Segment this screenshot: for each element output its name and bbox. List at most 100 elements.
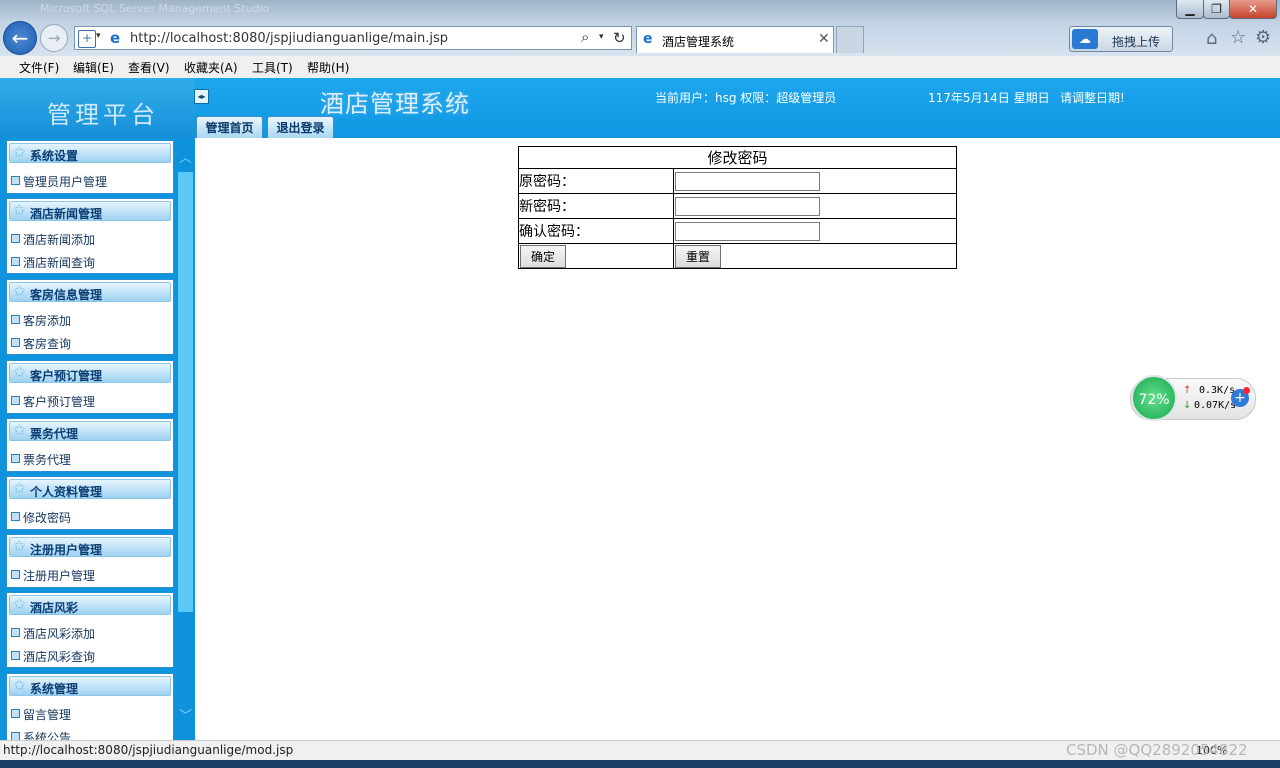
bullet-icon [11, 257, 20, 266]
section-header[interactable]: ✩ 系统设置 [9, 143, 171, 163]
sidebar-item-label: 管理员用户管理 [23, 175, 108, 189]
sidebar: ✩ 系统设置 管理员用户管理 ✩ 酒店新闻管理 酒店新闻添加 酒店新闻查询 ✩ 客房信… [0, 138, 195, 740]
confirm-password-input[interactable] [675, 221, 820, 241]
scroll-up-icon[interactable]: ︿ [176, 146, 195, 172]
sidebar-item-label: 酒店新闻查询 [23, 256, 96, 270]
sidebar-item-room-add[interactable]: 客房添加 [11, 312, 71, 329]
confirm-password-label: 确认密码： [518, 218, 674, 244]
bullet-icon [11, 454, 20, 463]
bullet-icon [11, 512, 20, 521]
sidebar-item-booking[interactable]: 客户预订管理 [11, 393, 95, 410]
bullet-icon [11, 651, 20, 660]
time-warning: 请调整日期! [1060, 91, 1125, 105]
section-title: 个人资料管理 [30, 485, 103, 499]
section-header[interactable]: ✩ 个人资料管理 [9, 479, 171, 499]
network-speed-widget[interactable]: 72% ↑ 0.3K/s ↓ 0.07K/s + [1130, 375, 1256, 421]
sidebar-item-room-query[interactable]: 客房查询 [11, 335, 71, 352]
close-window-button[interactable]: ✕ [1229, 0, 1277, 19]
old-password-label: 原密码： [518, 168, 674, 194]
gear-icon[interactable]: ⚙ [1255, 27, 1271, 48]
menu-favorites[interactable]: 收藏夹(A) [184, 59, 238, 76]
sidebar-section-booking: ✩ 客户预订管理 客户预订管理 [6, 360, 174, 414]
sidebar-section-system-management: ✩ 系统管理 留言管理 系统公告 [6, 673, 174, 740]
address-bar[interactable]: + ▾ e http://localhost:8080/jspjiudiangu… [74, 26, 632, 50]
menu-help[interactable]: 帮助(H) [307, 59, 349, 76]
download-speed: 0.07K/s [1194, 400, 1237, 411]
section-header[interactable]: ✩ 票务代理 [9, 421, 171, 441]
sidebar-item-news-add[interactable]: 酒店新闻添加 [11, 231, 95, 248]
search-icon[interactable]: ⌕ [581, 28, 589, 46]
section-header[interactable]: ✩ 客户预订管理 [9, 363, 171, 383]
sidebar-item-news-query[interactable]: 酒店新闻查询 [11, 254, 95, 271]
back-button[interactable]: ← [3, 21, 37, 55]
new-password-input[interactable] [675, 196, 820, 216]
submit-button[interactable]: 确定 [520, 244, 567, 268]
menu-view[interactable]: 查看(V) [128, 59, 170, 76]
section-header[interactable]: ✩ 客房信息管理 [9, 282, 171, 302]
section-header[interactable]: ✩ 系统管理 [9, 676, 171, 696]
cloud-icon: ☁ [1072, 29, 1098, 49]
sidebar-item-ticket[interactable]: 票务代理 [11, 451, 71, 468]
section-header[interactable]: ✩ 酒店风彩 [9, 595, 171, 615]
new-password-label: 新密码： [518, 193, 674, 219]
browser-titlebar: Microsoft SQL Server Management Studio ▁… [0, 0, 1280, 56]
section-header[interactable]: ✩ 酒店新闻管理 [9, 201, 171, 221]
section-title: 客房信息管理 [30, 288, 103, 302]
sidebar-section-profile: ✩ 个人资料管理 修改密码 [6, 476, 174, 530]
bullet-icon [11, 709, 20, 718]
section-title: 系统管理 [30, 682, 79, 696]
tab-logout[interactable]: 退出登录 [267, 116, 334, 138]
browser-tab[interactable]: e 酒店管理系统 ✕ [636, 26, 834, 53]
section-title: 系统设置 [30, 149, 79, 163]
sidebar-item-label: 客房查询 [23, 337, 72, 351]
minimize-button[interactable]: ▁ [1176, 0, 1204, 19]
upload-button[interactable]: ☁ 拖拽上传 [1069, 26, 1173, 52]
sidebar-item-label: 修改密码 [23, 511, 72, 525]
sidebar-item-announcements[interactable]: 系统公告 [11, 729, 71, 740]
sidebar-item-label: 客房添加 [23, 314, 72, 328]
sidebar-item-gallery-query[interactable]: 酒店风彩查询 [11, 648, 95, 665]
sidebar-item-label: 酒店风彩添加 [23, 627, 96, 641]
memory-gauge[interactable]: 72% [1131, 375, 1177, 421]
tab-admin-home[interactable]: 管理首页 [196, 116, 263, 138]
scrollbar-thumb[interactable] [178, 172, 193, 612]
star-icon: ✩ [13, 537, 26, 555]
ie-page-icon: e [643, 31, 653, 47]
address-url[interactable]: http://localhost:8080/jspjiudianguanlige… [130, 31, 448, 46]
sidebar-item-messages[interactable]: 留言管理 [11, 706, 71, 723]
chevron-down-icon[interactable]: ▾ [96, 31, 101, 41]
taskbar [0, 760, 1280, 768]
sidebar-scrollbar[interactable]: ︿ ﹀ [176, 138, 195, 740]
sidebar-item-admin-users[interactable]: 管理员用户管理 [11, 173, 107, 190]
menu-edit[interactable]: 编辑(E) [73, 59, 114, 76]
maximize-button[interactable]: ❐ [1203, 0, 1230, 19]
menu-bar: 文件(F) 编辑(E) 查看(V) 收藏夹(A) 工具(T) 帮助(H) [0, 56, 1280, 79]
chevron-down-icon[interactable]: ▾ [599, 32, 604, 42]
change-password-form: 修改密码 原密码： 新密码： 确认密码： 确定 重置 [518, 146, 957, 269]
star-icon: ✩ [13, 676, 26, 694]
star-icon: ✩ [13, 595, 26, 613]
close-icon[interactable]: ✕ [818, 31, 830, 47]
bullet-icon [11, 338, 20, 347]
watermark: CSDN @QQ2892054822 [1066, 741, 1248, 759]
scroll-down-icon[interactable]: ﹀ [176, 704, 195, 730]
menu-file[interactable]: 文件(F) [19, 59, 59, 76]
sidebar-item-registered-users[interactable]: 注册用户管理 [11, 567, 95, 584]
section-title: 票务代理 [30, 427, 79, 441]
menu-tools[interactable]: 工具(T) [252, 59, 293, 76]
collapse-sidebar-icon[interactable]: ◂▸ [194, 89, 209, 104]
new-tab-button[interactable] [836, 26, 864, 53]
refresh-icon[interactable]: ↻ [613, 29, 626, 47]
sidebar-section-rooms: ✩ 客房信息管理 客房添加 客房查询 [6, 279, 174, 355]
reset-button[interactable]: 重置 [675, 244, 722, 268]
sidebar-item-gallery-add[interactable]: 酒店风彩添加 [11, 625, 95, 642]
sidebar-item-label: 票务代理 [23, 453, 72, 467]
home-icon[interactable]: ⌂ [1206, 28, 1217, 49]
favorites-icon[interactable]: ☆ [1230, 27, 1246, 48]
compatibility-icon[interactable]: + [78, 30, 96, 48]
sidebar-item-change-password[interactable]: 修改密码 [11, 509, 71, 526]
forward-button[interactable]: → [40, 24, 68, 52]
section-header[interactable]: ✩ 注册用户管理 [9, 537, 171, 557]
bullet-icon [11, 570, 20, 579]
old-password-input[interactable] [675, 171, 820, 191]
